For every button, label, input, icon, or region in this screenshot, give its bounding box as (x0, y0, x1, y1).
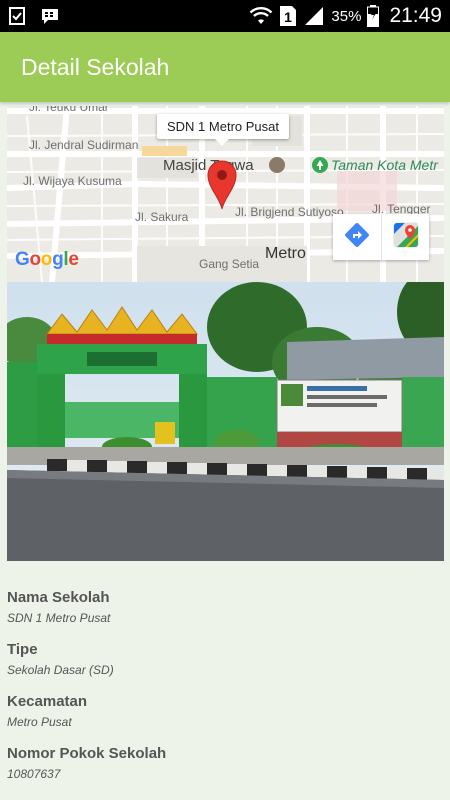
directions-button[interactable] (333, 214, 381, 260)
app-bar: Detail Sekolah (0, 32, 450, 102)
google-maps-icon (393, 222, 419, 253)
marker-info-window[interactable]: SDN 1 Metro Pusat (157, 114, 289, 146)
open-google-maps-button[interactable] (381, 214, 429, 260)
school-details: Nama Sekolah SDN 1 Metro Pusat Tipe Seko… (7, 588, 443, 796)
detail-label: Tipe (7, 641, 38, 658)
street-label: Jl. Jendral Sudirman (29, 138, 139, 152)
map-view[interactable]: Jl. Teuku Umar Jl. Jendral Sudirman Jl. … (7, 106, 444, 282)
street-label: Jl. Teuku Umar (29, 106, 109, 114)
detail-value: SDN 1 Metro Pusat (7, 611, 111, 625)
street-label: Jl. Brigjend Sutiyoso (235, 205, 344, 219)
google-logo: Google (15, 249, 79, 270)
map-pin-icon[interactable] (207, 160, 237, 215)
school-photo (7, 282, 444, 561)
wifi-icon (249, 6, 273, 26)
page-title: Detail Sekolah (21, 53, 170, 80)
mosque-icon (269, 157, 285, 178)
street-label: Gang Setia (199, 257, 260, 271)
detail-label: Kecamatan (7, 693, 88, 710)
map-toolbar (333, 214, 429, 260)
detail-label: Nomor Pokok Sekolah (7, 745, 167, 762)
street-label: Jl. Sakura (135, 210, 189, 224)
bbm-icon (40, 6, 60, 26)
detail-school-type: Tipe Sekolah Dasar (SD) (7, 640, 443, 692)
marker-title: SDN 1 Metro Pusat (167, 119, 279, 134)
directions-icon (344, 222, 370, 253)
detail-district: Kecamatan Metro Pusat (7, 692, 443, 744)
detail-label: Nama Sekolah (7, 589, 110, 606)
sim-label: 1 (285, 9, 293, 25)
sim-icon: 1 (279, 5, 297, 27)
clock: 21:49 (389, 4, 442, 27)
status-bar: 1 35% 21:49 (0, 0, 450, 32)
detail-npsn: Nomor Pokok Sekolah 10807637 (7, 744, 443, 796)
street-label: Jl. Wijaya Kusuma (23, 174, 122, 188)
detail-value: Metro Pusat (7, 715, 72, 729)
park-icon (312, 157, 328, 178)
detail-value: 10807637 (7, 767, 61, 781)
city-label: Metro (265, 245, 306, 262)
park-label: Taman Kota Metr (331, 157, 438, 173)
battery-icon (367, 5, 380, 27)
detail-value: Sekolah Dasar (SD) (7, 663, 114, 677)
battery-percent: 35% (331, 7, 362, 25)
detail-school-name: Nama Sekolah SDN 1 Metro Pusat (7, 588, 443, 640)
signal-icon (303, 6, 325, 26)
download-check-icon (8, 6, 28, 26)
